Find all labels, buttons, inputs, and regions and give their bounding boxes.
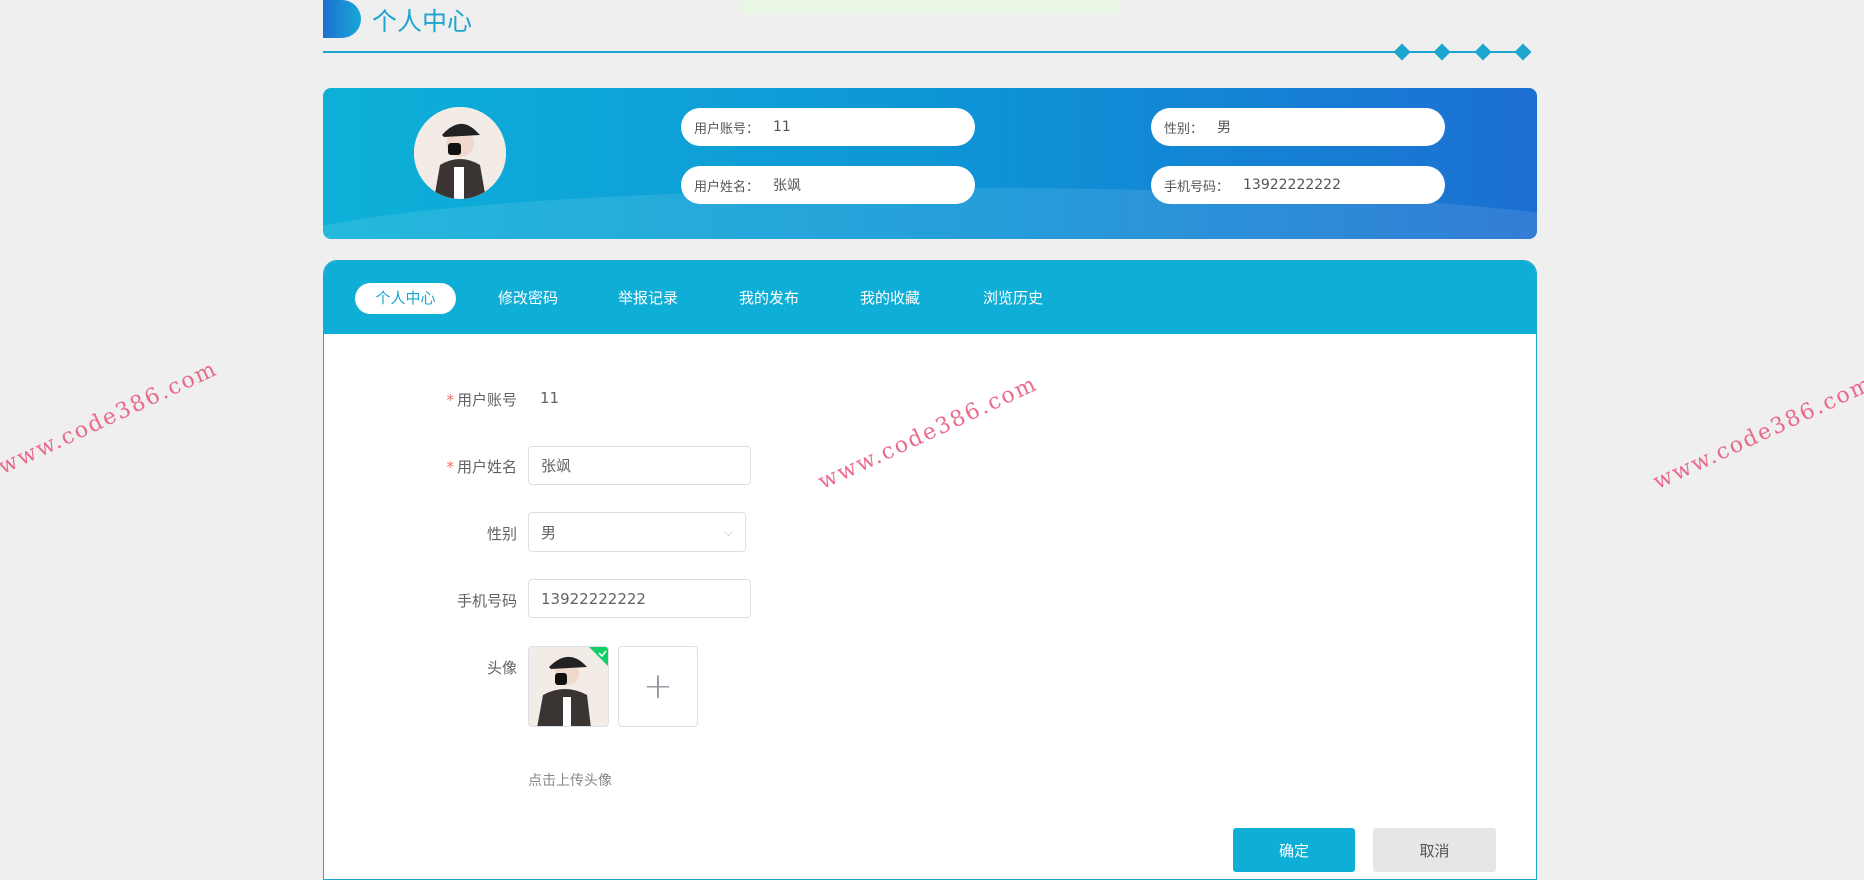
tab-my-favorites[interactable]: 我的收藏: [850, 283, 930, 314]
diamond-icon: [1433, 43, 1451, 61]
title-accent: [323, 0, 361, 38]
profile-banner: 用户账号： 11 用户姓名： 张飒 性别：男 手机号码： 13922222222: [323, 88, 1537, 239]
content-panel: 个人中心 修改密码 举报记录 我的发布 我的收藏 浏览历史 * 用户账号 11 *…: [323, 260, 1537, 880]
tab-report-records[interactable]: 举报记录: [608, 283, 688, 314]
watermark: www.code386.com: [1649, 371, 1864, 495]
upload-hint: 点击上传头像: [528, 773, 612, 789]
account-pill: 用户账号： 11: [681, 108, 975, 146]
account-label: * 用户账号: [446, 391, 517, 409]
tab-browse-history[interactable]: 浏览历史: [973, 283, 1053, 314]
cancel-button[interactable]: 取消: [1373, 828, 1496, 872]
plus-icon: +: [642, 666, 674, 707]
tab-bar: 个人中心 修改密码 举报记录 我的发布 我的收藏 浏览历史: [324, 261, 1536, 334]
avatar-label: 头像: [486, 659, 517, 677]
watermark: www.code386.com: [0, 356, 222, 480]
uploaded-avatar[interactable]: [528, 646, 609, 727]
account-value: 11: [540, 389, 560, 407]
upload-plus-button[interactable]: +: [618, 646, 698, 727]
tab-my-posts[interactable]: 我的发布: [729, 283, 809, 314]
gender-select[interactable]: 男 ⌵: [528, 512, 746, 552]
tab-change-password[interactable]: 修改密码: [488, 283, 568, 314]
confirm-button[interactable]: 确定: [1233, 828, 1355, 872]
name-pill: 用户姓名： 张飒: [681, 166, 975, 204]
phone-pill: 手机号码： 13922222222: [1151, 166, 1445, 204]
gender-label: 性别: [486, 525, 517, 543]
tab-personal-center[interactable]: 个人中心: [355, 283, 456, 314]
phone-input[interactable]: 13922222222: [528, 579, 751, 618]
gender-pill: 性别：男: [1151, 108, 1445, 146]
diamond-icon: [1474, 43, 1492, 61]
name-label: * 用户姓名: [446, 458, 517, 476]
diamond-icon: [1393, 43, 1411, 61]
chevron-down-icon: ⌵: [723, 524, 733, 539]
phone-label: 手机号码: [456, 592, 517, 610]
name-input[interactable]: 张飒: [528, 446, 751, 485]
top-strip: [740, 0, 1120, 14]
avatar: [414, 107, 506, 199]
diamond-icon: [1514, 43, 1532, 61]
page-title: 个人中心: [372, 7, 473, 36]
title-divider: [323, 51, 1523, 53]
